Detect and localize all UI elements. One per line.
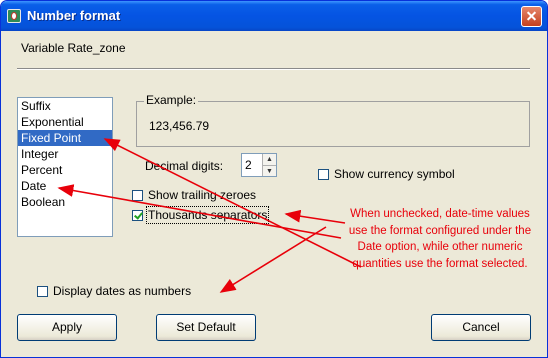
- arrow-to-thousands: [284, 209, 346, 224]
- annotation-arrows: [57, 138, 362, 293]
- arrow-to-date: [57, 184, 342, 239]
- number-format-dialog: Number format Variable Rate_zone Suffix E…: [0, 0, 548, 358]
- arrow-to-display-dates: [219, 226, 327, 293]
